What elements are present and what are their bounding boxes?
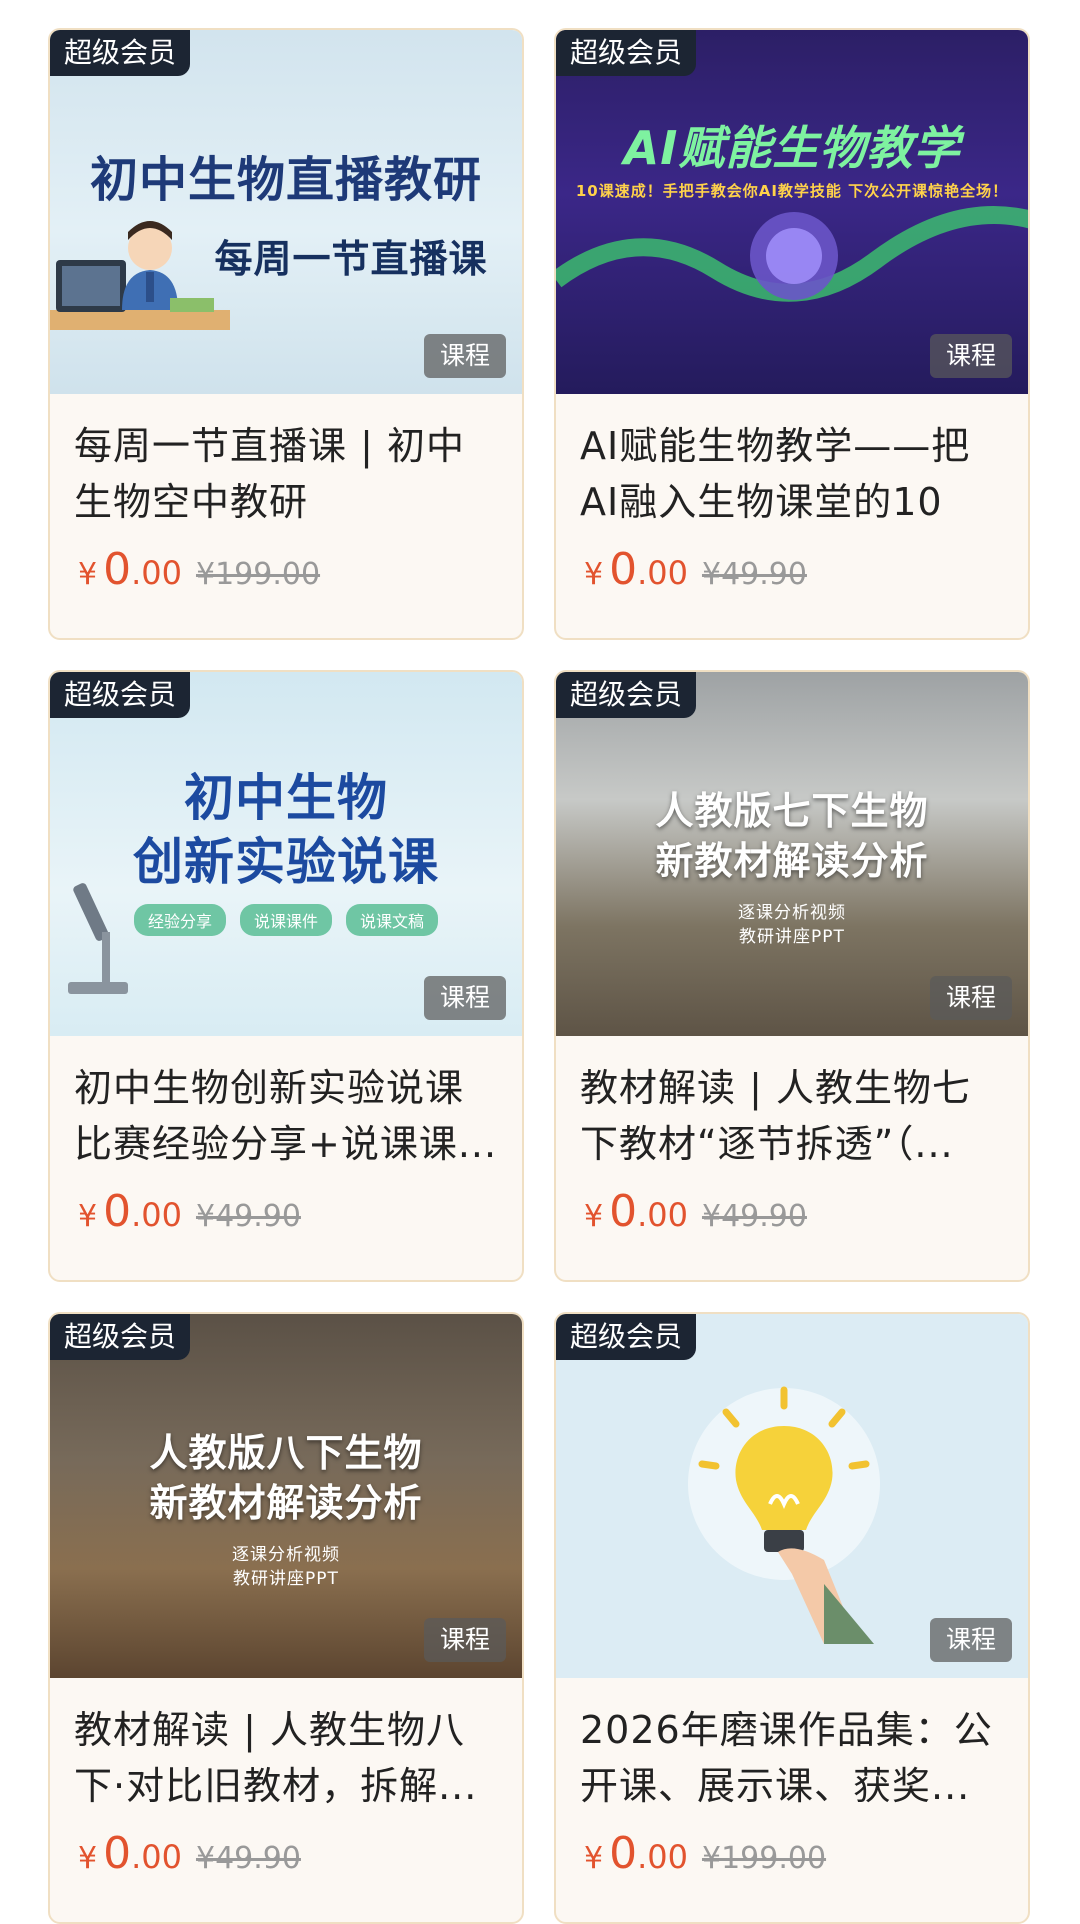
course-title: AI赋能生物教学——把AI融入生物课堂的10天... xyxy=(580,424,971,524)
price-row: ¥ 0 .00 ¥49.90 xyxy=(584,1186,1004,1237)
lightbulb-icon xyxy=(688,1386,880,1644)
thumbnail-heading: 人教版七下生物 xyxy=(655,789,929,833)
course-thumbnail: 超级会员 课程 xyxy=(556,1314,1028,1678)
course-card[interactable]: 超级会员 AI赋能生物教学 10课速成！手把手教会你AI教学技能 下次公开课惊艳… xyxy=(554,28,1030,640)
microscope-icon xyxy=(68,883,128,994)
vip-badge: 超级会员 xyxy=(50,1314,191,1360)
thumbnail-note: 教研讲座PPT xyxy=(233,1569,339,1589)
vip-badge: 超级会员 xyxy=(50,672,191,718)
price-decimal: .00 xyxy=(131,1196,182,1234)
price-row: ¥ 0 .00 ¥49.90 xyxy=(78,1186,498,1237)
course-thumbnail: 超级会员 初中生物直播教研 每周一节直播课 课程 xyxy=(50,30,522,394)
vip-badge: 超级会员 xyxy=(50,30,191,76)
price-decimal: .00 xyxy=(131,1838,182,1876)
thumbnail-note: 逐课分析视频 xyxy=(738,903,846,923)
course-type-badge: 课程 xyxy=(929,976,1012,1020)
original-price: ¥49.90 xyxy=(701,557,807,592)
original-price: ¥199.00 xyxy=(195,557,321,592)
price-decimal: .00 xyxy=(637,554,688,592)
course-thumbnail: 超级会员 AI赋能生物教学 10课速成！手把手教会你AI教学技能 下次公开课惊艳… xyxy=(556,30,1028,394)
price-row: ¥ 0 .00 ¥199.00 xyxy=(78,544,498,595)
course-card[interactable]: 超级会员 人教版八下生物 新教材解读分析 逐课分析视频 教研讲座PPT 课程 教… xyxy=(48,1312,524,1924)
vip-badge: 超级会员 xyxy=(556,672,697,718)
thumbnail-tag: 说课课件 xyxy=(239,904,332,936)
course-type-badge: 课程 xyxy=(423,976,506,1020)
thumbnail-note: 逐课分析视频 xyxy=(232,1545,340,1565)
course-card[interactable]: 超级会员 初中生物直播教研 每周一节直播课 课程 每周一节直播课 | 初中生物空… xyxy=(48,28,524,640)
original-price: ¥199.00 xyxy=(701,1841,827,1876)
price-row: ¥ 0 .00 ¥199.00 xyxy=(584,1828,1004,1879)
teacher-illustration xyxy=(50,221,230,330)
price-decimal: .00 xyxy=(637,1196,688,1234)
course-thumbnail: 超级会员 人教版七下生物 新教材解读分析 逐课分析视频 教研讲座PPT 课程 xyxy=(556,672,1028,1036)
course-card[interactable]: 超级会员 人教版七下生物 新教材解读分析 逐课分析视频 教研讲座PPT 课程 教… xyxy=(554,670,1030,1282)
currency-symbol: ¥ xyxy=(584,1841,604,1876)
vip-badge: 超级会员 xyxy=(556,1314,697,1360)
thumbnail-subheading: 10课速成！手把手教会你AI教学技能 下次公开课惊艳全场！ xyxy=(575,182,1009,200)
course-card[interactable]: 超级会员 初中生物 创新实验说课 经验分享 说课课件 说课文稿 课程 初中生物创… xyxy=(48,670,524,1282)
course-type-badge: 课程 xyxy=(929,1618,1012,1662)
course-title: 初中生物创新实验说课比赛经验分享+说课课... xyxy=(74,1066,498,1166)
original-price: ¥49.90 xyxy=(195,1199,301,1234)
thumbnail-heading: AI赋能生物教学 xyxy=(623,121,961,175)
course-type-badge: 课程 xyxy=(423,334,506,378)
thumbnail-tag: 说课文稿 xyxy=(346,904,439,936)
course-grid: 超级会员 初中生物直播教研 每周一节直播课 课程 每周一节直播课 | 初中生物空… xyxy=(0,0,1080,1924)
currency-symbol: ¥ xyxy=(584,557,604,592)
thumbnail-heading: 初中生物直播教研 xyxy=(89,152,482,208)
price-integer: 0 xyxy=(609,544,638,595)
currency-symbol: ¥ xyxy=(584,1199,604,1234)
price-decimal: .00 xyxy=(131,554,182,592)
course-thumbnail: 超级会员 初中生物 创新实验说课 经验分享 说课课件 说课文稿 课程 xyxy=(50,672,522,1036)
course-title: 2026年磨课作品集：公开课、展示课、获奖... xyxy=(580,1708,993,1808)
price-decimal: .00 xyxy=(637,1838,688,1876)
price-row: ¥ 0 .00 ¥49.90 xyxy=(78,1828,498,1879)
price-row: ¥ 0 .00 ¥49.90 xyxy=(584,544,1004,595)
original-price: ¥49.90 xyxy=(701,1199,807,1234)
course-title: 教材解读 | 人教生物八下·对比旧教材，拆解... xyxy=(74,1708,478,1808)
original-price: ¥49.90 xyxy=(195,1841,301,1876)
virus-icon xyxy=(556,206,1028,302)
course-thumbnail: 超级会员 人教版八下生物 新教材解读分析 逐课分析视频 教研讲座PPT 课程 xyxy=(50,1314,522,1678)
thumbnail-subheading: 新教材解读分析 xyxy=(149,1481,423,1525)
thumbnail-heading: 初中生物 xyxy=(184,769,388,827)
currency-symbol: ¥ xyxy=(78,1199,98,1234)
price-integer: 0 xyxy=(609,1186,638,1237)
course-title: 教材解读 | 人教生物七下教材“逐节拆透”（... xyxy=(580,1066,971,1166)
thumbnail-note: 教研讲座PPT xyxy=(739,927,845,947)
vip-badge: 超级会员 xyxy=(556,30,697,76)
course-type-badge: 课程 xyxy=(423,1618,506,1662)
thumbnail-subheading: 新教材解读分析 xyxy=(655,839,929,883)
price-integer: 0 xyxy=(103,544,132,595)
currency-symbol: ¥ xyxy=(78,557,98,592)
price-integer: 0 xyxy=(609,1828,638,1879)
price-integer: 0 xyxy=(103,1186,132,1237)
course-type-badge: 课程 xyxy=(929,334,1012,378)
course-card[interactable]: 超级会员 课程 2026年磨课作品集：公开课、展示课、获奖... ¥ 0 .00… xyxy=(554,1312,1030,1924)
thumbnail-heading: 人教版八下生物 xyxy=(149,1431,423,1475)
price-integer: 0 xyxy=(103,1828,132,1879)
currency-symbol: ¥ xyxy=(78,1841,98,1876)
course-title: 每周一节直播课 | 初中生物空中教研 xyxy=(74,424,465,524)
thumbnail-tag: 经验分享 xyxy=(133,904,226,936)
